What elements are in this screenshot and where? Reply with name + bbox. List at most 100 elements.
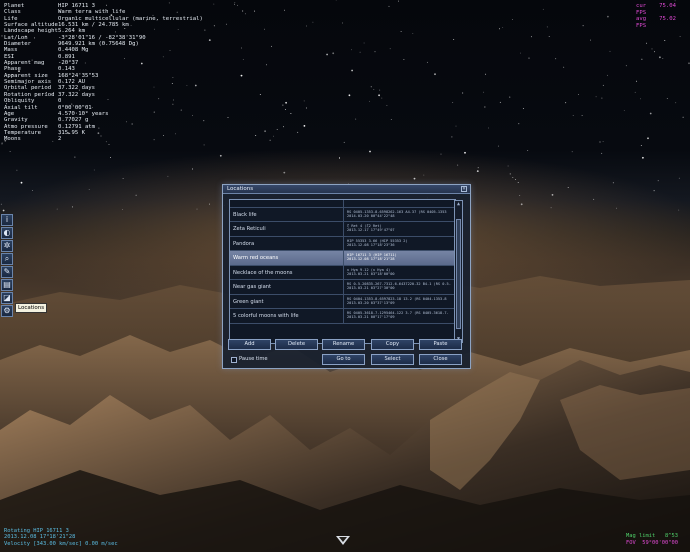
add-button[interactable]: Add xyxy=(228,339,271,350)
location-row[interactable]: Warm red oceans HIP 16711 3 (HIP 16711) 2… xyxy=(230,251,455,266)
delete-button[interactable]: Delete xyxy=(275,339,318,350)
wrench-icon[interactable]: ✎ xyxy=(1,266,13,278)
pause-time-label: Pause time xyxy=(239,356,268,362)
copy-button[interactable]: Copy xyxy=(371,339,414,350)
locations-icon[interactable]: ▤ xyxy=(1,279,13,291)
star xyxy=(400,31,402,32)
star xyxy=(264,130,266,133)
globe-icon[interactable]: ◐ xyxy=(1,227,13,239)
location-row[interactable]: Pandora HIP 55353 3.66 (HIP 55353 2) 2013… xyxy=(230,236,455,251)
gear-icon[interactable]: ⚙ xyxy=(1,305,13,317)
star xyxy=(285,101,287,104)
mag-limit-value: 8^53 xyxy=(665,533,678,539)
star xyxy=(542,8,544,10)
go-to-button[interactable]: Go to xyxy=(322,354,365,365)
search-icon[interactable]: ⌕ xyxy=(1,253,13,265)
star xyxy=(413,177,416,180)
star xyxy=(616,207,617,209)
star xyxy=(625,65,627,67)
star xyxy=(306,25,307,27)
scroll-up-icon[interactable]: ▲ xyxy=(455,201,462,207)
locations-tooltip: Locations xyxy=(15,303,48,313)
star xyxy=(640,98,641,100)
star xyxy=(530,36,532,38)
location-row[interactable]: Zeta Reticuli ζ Ret 4 (ζ2 Ret) 2013.12.17… xyxy=(230,222,455,237)
star xyxy=(236,4,238,6)
star xyxy=(595,96,597,98)
location-name: Black life xyxy=(230,207,344,221)
star xyxy=(359,51,361,53)
star xyxy=(283,171,286,174)
star xyxy=(520,203,523,206)
star xyxy=(511,19,513,21)
star xyxy=(550,207,552,209)
star xyxy=(659,56,661,59)
status-velocity: Velocity [343.00 km/sec] 0.00 m/sec xyxy=(4,540,118,547)
star xyxy=(488,127,489,129)
star xyxy=(348,94,351,97)
star xyxy=(607,15,609,18)
fps-display: cur FPS 75.04 avg FPS 75.02 xyxy=(636,3,676,29)
star xyxy=(551,194,554,196)
location-row[interactable]: 5 colorful moons with life RS 0405-3618-7… xyxy=(230,309,455,324)
star xyxy=(517,181,519,183)
close-icon[interactable]: × xyxy=(461,186,467,192)
location-row[interactable]: 2013.12.18 17°53'29"26 xyxy=(230,200,455,208)
star xyxy=(1,143,3,145)
star xyxy=(196,208,198,210)
star xyxy=(297,131,299,133)
info-key: Moons xyxy=(4,136,21,143)
star xyxy=(370,86,372,88)
star xyxy=(582,25,584,27)
star xyxy=(208,39,211,41)
location-description: RS 0-5-20835-267-7312-6-6437220-32 B4.1 … xyxy=(347,282,451,291)
select-button[interactable]: Select xyxy=(371,354,414,365)
star xyxy=(434,73,436,76)
list-scrollbar[interactable]: ▲ ▼ xyxy=(454,200,463,343)
star xyxy=(520,52,522,54)
star xyxy=(675,102,677,104)
location-row[interactable]: Near gas giant RS 0-5-20835-267-7312-6-64… xyxy=(230,280,455,295)
scroll-thumb[interactable] xyxy=(456,219,461,329)
location-description: HIP 16711 3 (HIP 16711) 2013.12.08 17°18… xyxy=(347,253,397,262)
star xyxy=(209,203,210,205)
location-name xyxy=(230,200,344,207)
status-bar-left: Rotating HIP 16711 3 2013.12.08 17°18'21… xyxy=(4,528,118,547)
location-name: Pandora xyxy=(230,236,344,250)
location-row[interactable]: Green giant RS 0404-1353-8-6597823-18 13.… xyxy=(230,294,455,309)
star xyxy=(332,52,335,55)
location-row[interactable]: Black life RS 0405-1353-8-6598262-163 A4.… xyxy=(230,207,455,222)
info-icon[interactable]: i xyxy=(1,214,13,226)
star xyxy=(657,180,659,182)
star xyxy=(351,49,352,51)
star xyxy=(363,42,365,44)
star xyxy=(284,109,286,111)
star xyxy=(255,135,257,137)
star xyxy=(192,168,193,170)
star xyxy=(259,94,261,95)
star xyxy=(213,25,215,27)
star xyxy=(578,93,579,95)
star xyxy=(0,203,2,205)
star xyxy=(312,21,314,23)
camera-icon[interactable]: ◪ xyxy=(1,292,13,304)
star xyxy=(499,28,500,30)
rename-button[interactable]: Rename xyxy=(322,339,365,350)
star xyxy=(651,48,653,50)
star xyxy=(653,190,655,192)
star xyxy=(282,104,284,106)
close-button[interactable]: Close xyxy=(419,354,462,365)
location-description: RS 0405-1353-8-6598262-163 A4.37 (RS 040… xyxy=(347,209,447,218)
star xyxy=(378,94,380,97)
paste-button[interactable]: Paste xyxy=(419,339,462,350)
star xyxy=(502,26,504,28)
locations-list: 2013.12.18 17°53'29"26Black lifeRS 0405-… xyxy=(229,199,456,344)
pause-time-checkbox[interactable] xyxy=(231,357,237,363)
settings-icon[interactable]: ✲ xyxy=(1,240,13,252)
avg-fps-value: 75.02 xyxy=(659,16,676,23)
location-row[interactable]: Necklace of the moons ν Hya 9.12 (ν Hya 4… xyxy=(230,265,455,280)
star xyxy=(649,112,652,115)
star xyxy=(343,141,345,143)
location-name: Near gas giant xyxy=(230,280,344,294)
star xyxy=(9,151,11,152)
